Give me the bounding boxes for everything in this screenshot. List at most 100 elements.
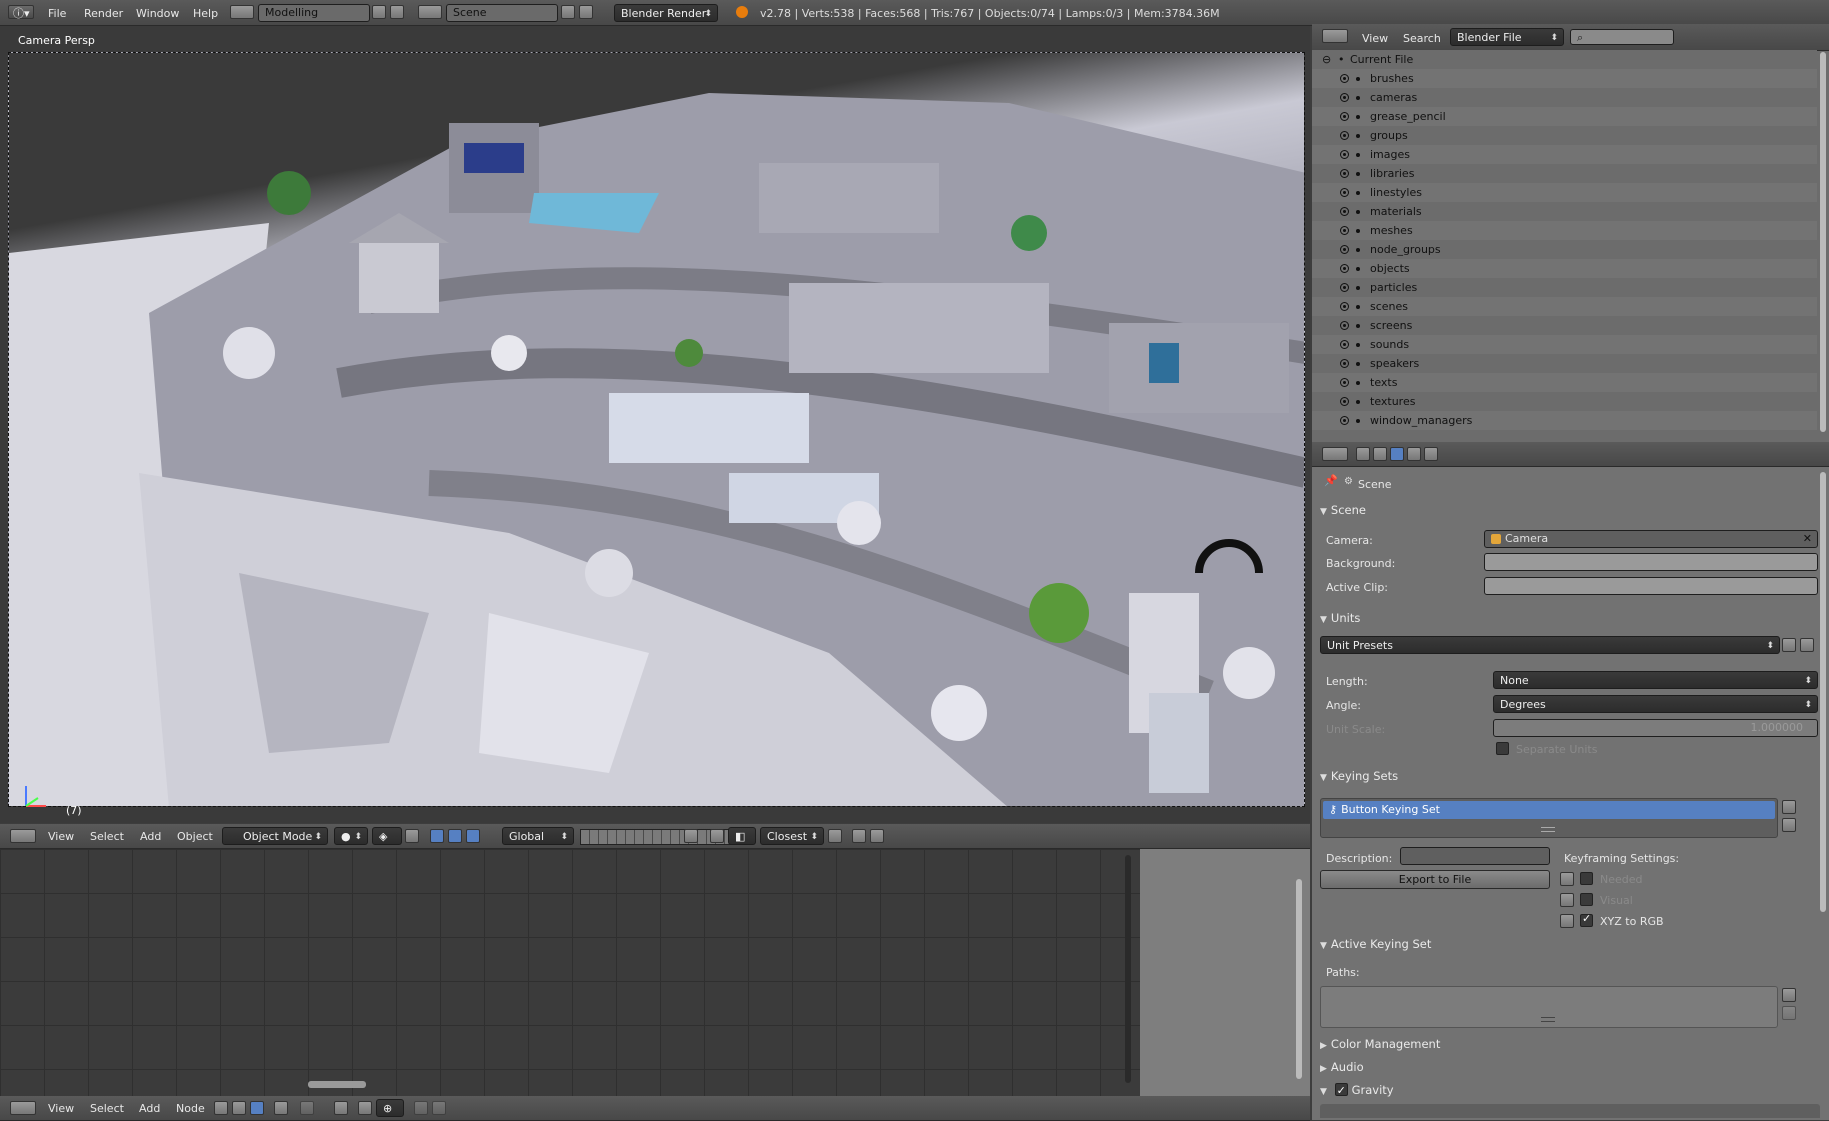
expand-circle-icon[interactable] bbox=[1340, 378, 1349, 387]
gravity-checkbox[interactable] bbox=[1334, 1081, 1348, 1101]
menu-window[interactable]: Window bbox=[136, 7, 179, 20]
remove-preset-icon[interactable] bbox=[1800, 638, 1814, 652]
units-section-header[interactable]: ▼ Units bbox=[1320, 608, 1821, 628]
outliner-item[interactable]: meshes bbox=[1312, 221, 1817, 240]
render-anim-2-icon[interactable] bbox=[870, 829, 884, 843]
outliner-item[interactable]: particles bbox=[1312, 278, 1817, 297]
scene-section-header[interactable]: ▼ Scene bbox=[1320, 500, 1821, 520]
node-editor-area[interactable] bbox=[0, 849, 1310, 1096]
scene-field[interactable]: Scene bbox=[446, 4, 558, 22]
node-menu-node[interactable]: Node bbox=[176, 1102, 205, 1115]
expand-circle-icon[interactable] bbox=[1340, 359, 1349, 368]
scene-icon[interactable] bbox=[418, 5, 442, 19]
keying-set-item[interactable]: ⚷ Button Keying Set bbox=[1323, 801, 1775, 819]
gravity-section-header[interactable]: ▼ Gravity bbox=[1320, 1080, 1821, 1101]
outliner-menu-view[interactable]: View bbox=[1362, 32, 1388, 45]
unit-scale-field[interactable]: 1.000000 bbox=[1493, 719, 1818, 737]
texture-nodes-icon[interactable] bbox=[232, 1101, 246, 1115]
paths-list-resize-handle[interactable] bbox=[1541, 1017, 1555, 1022]
snap-node-dropdown[interactable]: ⊕ bbox=[376, 1099, 404, 1117]
outliner-item[interactable]: brushes bbox=[1312, 69, 1817, 88]
paths-list[interactable] bbox=[1320, 986, 1778, 1028]
pin-icon[interactable]: 📌 bbox=[1324, 474, 1338, 487]
viewport-menu-view[interactable]: View bbox=[48, 830, 74, 843]
expand-circle-icon[interactable] bbox=[1340, 188, 1349, 197]
separate-units-checkbox[interactable] bbox=[1496, 742, 1509, 755]
outliner-scrollbar[interactable] bbox=[1820, 52, 1826, 432]
outliner-menu-search[interactable]: Search bbox=[1403, 32, 1441, 45]
remove-scene-icon[interactable] bbox=[579, 5, 593, 19]
node-menu-view[interactable]: View bbox=[48, 1102, 74, 1115]
collapse-icon[interactable]: ⊖ bbox=[1322, 50, 1331, 69]
expand-circle-icon[interactable] bbox=[1340, 169, 1349, 178]
object-mode-dropdown[interactable]: Object Mode ⬍ bbox=[222, 827, 328, 845]
outliner-item[interactable]: textures bbox=[1312, 392, 1817, 411]
snap-node-icon[interactable] bbox=[358, 1101, 372, 1115]
expand-circle-icon[interactable] bbox=[1340, 321, 1349, 330]
outliner-item[interactable]: images bbox=[1312, 145, 1817, 164]
render-opengl-icon[interactable] bbox=[828, 829, 842, 843]
description-field[interactable] bbox=[1400, 847, 1550, 865]
viewport-menu-add[interactable]: Add bbox=[140, 830, 161, 843]
needed-checkbox[interactable] bbox=[1580, 872, 1593, 885]
add-keying-set-icon[interactable] bbox=[1782, 800, 1796, 814]
node-menu-select[interactable]: Select bbox=[90, 1102, 124, 1115]
visual-checkbox[interactable] bbox=[1580, 893, 1593, 906]
render-engine-dropdown[interactable]: Blender Render ⬍ bbox=[614, 4, 718, 22]
node-editor-type-icon[interactable] bbox=[10, 1101, 36, 1115]
needed-override-icon[interactable] bbox=[1560, 872, 1574, 886]
unit-presets-dropdown[interactable]: Unit Presets ⬍ bbox=[1320, 636, 1780, 654]
node-editor-hscroll-thumb[interactable] bbox=[308, 1081, 366, 1088]
outliner-item[interactable]: speakers bbox=[1312, 354, 1817, 373]
active-clip-field[interactable] bbox=[1484, 577, 1818, 595]
properties-scrollbar[interactable] bbox=[1820, 472, 1826, 912]
visual-override-icon[interactable] bbox=[1560, 893, 1574, 907]
clear-camera-icon[interactable]: ✕ bbox=[1803, 531, 1812, 547]
outliner-item[interactable]: materials bbox=[1312, 202, 1817, 221]
remove-path-icon[interactable] bbox=[1782, 1006, 1796, 1020]
menu-file[interactable]: File bbox=[48, 7, 66, 20]
pivot-point-dropdown[interactable]: ◈ bbox=[372, 827, 402, 845]
outliner-editor-type-icon[interactable] bbox=[1322, 29, 1348, 43]
outliner-item[interactable]: scenes bbox=[1312, 297, 1817, 316]
manipulator-toggle-icon[interactable] bbox=[405, 829, 419, 843]
remove-screen-icon[interactable] bbox=[390, 5, 404, 19]
outliner-item[interactable]: window_managers bbox=[1312, 411, 1817, 430]
length-dropdown[interactable]: None ⬍ bbox=[1493, 671, 1818, 689]
outliner-item[interactable]: linestyles bbox=[1312, 183, 1817, 202]
node-editor-side-vscroll[interactable] bbox=[1296, 879, 1302, 1079]
xyz-to-rgb-override-icon[interactable] bbox=[1560, 914, 1574, 928]
snap-element-dropdown[interactable]: ◧ bbox=[728, 827, 756, 845]
expand-circle-icon[interactable] bbox=[1340, 397, 1349, 406]
texture-tab-icon[interactable] bbox=[1424, 447, 1438, 461]
background-field[interactable] bbox=[1484, 553, 1818, 571]
compositing-nodes-icon[interactable] bbox=[250, 1101, 264, 1115]
menu-render[interactable]: Render bbox=[84, 7, 123, 20]
add-scene-icon[interactable] bbox=[561, 5, 575, 19]
node-editor-vscroll[interactable] bbox=[1125, 855, 1131, 1083]
expand-circle-icon[interactable] bbox=[1340, 226, 1349, 235]
color-management-section-header[interactable]: ▶ Color Management bbox=[1320, 1034, 1821, 1054]
expand-circle-icon[interactable] bbox=[1340, 340, 1349, 349]
shader-nodes-icon[interactable] bbox=[214, 1101, 228, 1115]
add-preset-icon[interactable] bbox=[1782, 638, 1796, 652]
viewport-shading-dropdown[interactable]: ● ⬍ bbox=[334, 827, 368, 845]
camera-field[interactable]: Camera ✕ bbox=[1484, 530, 1818, 548]
menu-help[interactable]: Help bbox=[193, 7, 218, 20]
export-to-file-button[interactable]: Export to File bbox=[1320, 870, 1550, 889]
paste-node-icon[interactable] bbox=[432, 1101, 446, 1115]
xyz-to-rgb-checkbox[interactable] bbox=[1580, 912, 1593, 927]
outliner-display-mode-dropdown[interactable]: Blender File ⬍ bbox=[1450, 28, 1564, 46]
expand-circle-icon[interactable] bbox=[1340, 245, 1349, 254]
outliner-item[interactable]: sounds bbox=[1312, 335, 1817, 354]
keying-sets-section-header[interactable]: ▼ Keying Sets bbox=[1320, 766, 1821, 786]
info-editor-type-icon[interactable]: ⓘ▾ bbox=[8, 5, 34, 20]
editor-type-icon[interactable] bbox=[10, 829, 36, 843]
expand-circle-icon[interactable] bbox=[1340, 150, 1349, 159]
list-resize-handle[interactable] bbox=[1541, 827, 1555, 832]
screen-layout-field[interactable]: Modelling bbox=[258, 4, 370, 22]
expand-circle-icon[interactable] bbox=[1340, 93, 1349, 102]
rotate-icon[interactable] bbox=[448, 829, 462, 843]
remove-keying-set-icon[interactable] bbox=[1782, 818, 1796, 832]
expand-circle-icon[interactable] bbox=[1340, 283, 1349, 292]
